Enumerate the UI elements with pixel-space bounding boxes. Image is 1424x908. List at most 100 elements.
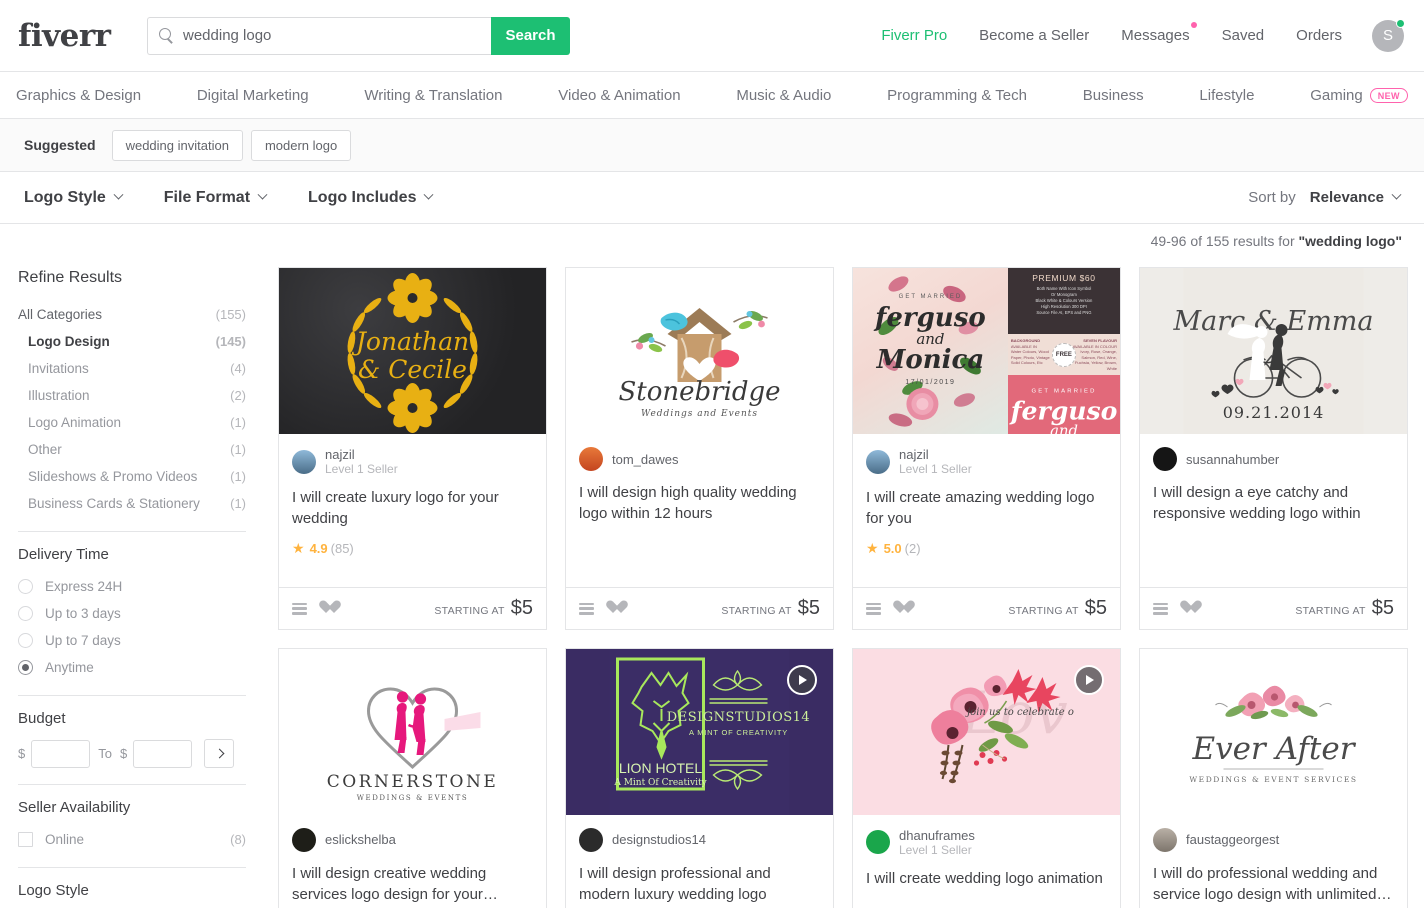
play-icon[interactable] xyxy=(787,664,817,695)
starting-at-label: STARTING AT xyxy=(721,604,792,617)
gig-thumbnail[interactable]: Jonathan & Cecile xyxy=(279,268,546,434)
main-content: Refine Results All Categories (155) Logo… xyxy=(0,257,1424,908)
gig-title[interactable]: I will design creative wedding services … xyxy=(292,863,533,905)
heart-icon[interactable] xyxy=(606,601,621,615)
heart-icon[interactable] xyxy=(893,601,908,615)
delivery-option-up-to-3-days[interactable]: Up to 3 days xyxy=(16,600,248,627)
gig-card[interactable]: Ever After WEDDINGS & EVENT SERVICES faus… xyxy=(1139,647,1408,908)
gig-title[interactable]: I will design professional and modern lu… xyxy=(579,863,820,905)
category-label: Music & Audio xyxy=(736,86,832,104)
delivery-option-up-to-7-days[interactable]: Up to 7 days xyxy=(16,627,248,654)
nav-become-a-seller[interactable]: Become a Seller xyxy=(963,27,1105,44)
nav-messages[interactable]: Messages xyxy=(1105,22,1205,44)
category-graphics-design[interactable]: Graphics & Design xyxy=(16,87,141,104)
category-label: Writing & Translation xyxy=(364,86,503,104)
gig-thumbnail[interactable]: Ever After WEDDINGS & EVENT SERVICES xyxy=(1140,648,1407,815)
sort-by-value[interactable]: Relevance xyxy=(1310,189,1402,206)
radio-icon[interactable] xyxy=(18,606,33,621)
radio-icon[interactable] xyxy=(18,579,33,594)
gig-seller[interactable]: tom_dawes xyxy=(579,447,820,471)
seller-name: susannahumber xyxy=(1186,451,1280,467)
search-button[interactable]: Search xyxy=(491,16,570,55)
sidebar-item-other[interactable]: Other (1) xyxy=(16,436,248,463)
gig-thumbnail[interactable]: GET MARRIED ferguso and Monica 17/01/201… xyxy=(853,268,1120,434)
gig-thumbnail[interactable]: CORNERSTONE WEDDINGS & EVENTS xyxy=(279,648,546,815)
nav-fiverr-pro[interactable]: Fiverr Pro xyxy=(865,27,963,44)
gig-thumbnail[interactable]: Marc & Emma 09.21.2014 xyxy=(1140,268,1407,434)
gig-title[interactable]: I will do professional wedding and servi… xyxy=(1153,863,1394,905)
collection-icon[interactable] xyxy=(866,602,881,615)
gig-seller[interactable]: najzil Level 1 Seller xyxy=(292,447,533,476)
gig-seller[interactable]: eslickshelba xyxy=(292,827,533,852)
sidebar-item-illustration[interactable]: Illustration (2) xyxy=(16,382,248,409)
suggested-chip-0[interactable]: wedding invitation xyxy=(111,129,243,161)
nav-orders[interactable]: Orders xyxy=(1280,27,1358,44)
gig-card[interactable]: Stonebridge Weddings and Events tom_dawes… xyxy=(565,267,834,630)
category-writing-translation[interactable]: Writing & Translation xyxy=(364,87,502,104)
gig-title[interactable]: I will create wedding logo animation xyxy=(866,868,1107,889)
category-business[interactable]: Business xyxy=(1083,87,1144,104)
checkbox-icon[interactable] xyxy=(18,832,33,847)
radio-icon[interactable] xyxy=(18,660,33,675)
seller-avatar xyxy=(292,827,316,852)
sidebar-item-all-categories[interactable]: All Categories (155) xyxy=(16,301,248,328)
budget-submit-button[interactable] xyxy=(204,739,235,768)
gig-seller[interactable]: faustaggeorgest xyxy=(1153,827,1394,852)
gig-seller[interactable]: dhanuframes Level 1 Seller xyxy=(866,828,1107,857)
svg-text:Monica: Monica xyxy=(876,345,985,375)
gig-seller[interactable]: susannahumber xyxy=(1153,447,1394,471)
nav-saved[interactable]: Saved xyxy=(1206,27,1281,44)
collection-icon[interactable] xyxy=(292,602,307,615)
budget-min-input[interactable] xyxy=(31,739,91,768)
filter-logo-includes[interactable]: Logo Includes xyxy=(308,188,434,207)
gig-title[interactable]: I will design high quality wedding logo … xyxy=(579,482,820,524)
heart-icon[interactable] xyxy=(319,601,334,615)
search-input[interactable] xyxy=(183,27,480,44)
category-video-animation[interactable]: Video & Animation xyxy=(558,87,680,104)
gig-card[interactable]: GET MARRIED ferguso and Monica 17/01/201… xyxy=(852,267,1121,630)
suggested-chip-1[interactable]: modern logo xyxy=(250,129,352,161)
results-count-query: "wedding logo" xyxy=(1298,232,1402,249)
gig-title[interactable]: I will design a eye catchy and responsiv… xyxy=(1153,482,1394,524)
radio-icon[interactable] xyxy=(18,633,33,648)
gig-grid: Jonathan & Cecile najzil Level 1 Seller I w… xyxy=(258,257,1408,908)
play-icon[interactable] xyxy=(1074,664,1104,695)
sidebar-item-invitations[interactable]: Invitations (4) xyxy=(16,355,248,382)
gig-seller[interactable]: najzil Level 1 Seller xyxy=(866,447,1107,476)
sidebar-item-business-cards-stationery[interactable]: Business Cards & Stationery (1) xyxy=(16,490,248,517)
fiverr-logo[interactable]: fiverr xyxy=(18,18,128,54)
category-digital-marketing[interactable]: Digital Marketing xyxy=(197,87,309,104)
filter-logo-style[interactable]: Logo Style xyxy=(24,189,124,207)
gig-card[interactable]: Jonathan & Cecile najzil Level 1 Seller I w… xyxy=(278,267,547,630)
filter-file-format[interactable]: File Format xyxy=(164,189,268,207)
category-gaming[interactable]: Gaming NEW xyxy=(1310,87,1408,104)
sidebar-item-logo-animation[interactable]: Logo Animation (1) xyxy=(16,409,248,436)
budget-max-input[interactable] xyxy=(133,739,193,768)
category-programming-tech[interactable]: Programming & Tech xyxy=(887,87,1027,104)
seller-avatar xyxy=(1153,827,1177,852)
delivery-option-express-24h[interactable]: Express 24H xyxy=(16,573,248,600)
collection-icon[interactable] xyxy=(579,602,594,615)
user-menu[interactable]: S xyxy=(1372,18,1405,52)
gig-seller[interactable]: designstudios14 xyxy=(579,827,820,852)
gig-card[interactable]: Marc & Emma 09.21.2014 susannahumber I wil… xyxy=(1139,267,1408,630)
heart-icon[interactable] xyxy=(1180,601,1195,615)
gig-thumbnail[interactable]: Lov join us to celebrate o xyxy=(853,648,1120,815)
gig-thumbnail[interactable]: Stonebridge Weddings and Events xyxy=(566,268,833,434)
gig-card[interactable]: CORNERSTONE WEDDINGS & EVENTS eslickshelb… xyxy=(278,647,547,908)
gig-title[interactable]: I will create amazing wedding logo for y… xyxy=(866,487,1107,529)
availability-option-online[interactable]: Online (8) xyxy=(16,826,248,853)
collection-icon[interactable] xyxy=(1153,602,1168,615)
filter-logo-includes-label: Logo Includes xyxy=(308,188,417,206)
gig-thumbnail[interactable]: LION HOTEL A Mint Of Creativity DESIGNST… xyxy=(566,648,833,815)
delivery-option-anytime[interactable]: Anytime xyxy=(16,654,248,681)
gig-card[interactable]: LION HOTEL A Mint Of Creativity DESIGNST… xyxy=(565,647,834,908)
sidebar-item-count: (1) xyxy=(230,415,246,430)
category-lifestyle[interactable]: Lifestyle xyxy=(1199,87,1254,104)
sidebar-item-slideshows-promo-videos[interactable]: Slideshows & Promo Videos (1) xyxy=(16,463,248,490)
seller-name: designstudios14 xyxy=(612,832,706,847)
sidebar-item-logo-design[interactable]: Logo Design (145) xyxy=(16,328,248,355)
gig-title[interactable]: I will create luxury logo for your weddi… xyxy=(292,487,533,529)
category-music-audio[interactable]: Music & Audio xyxy=(736,87,831,104)
gig-card[interactable]: Lov join us to celebrate o dhanuframes L… xyxy=(852,647,1121,908)
